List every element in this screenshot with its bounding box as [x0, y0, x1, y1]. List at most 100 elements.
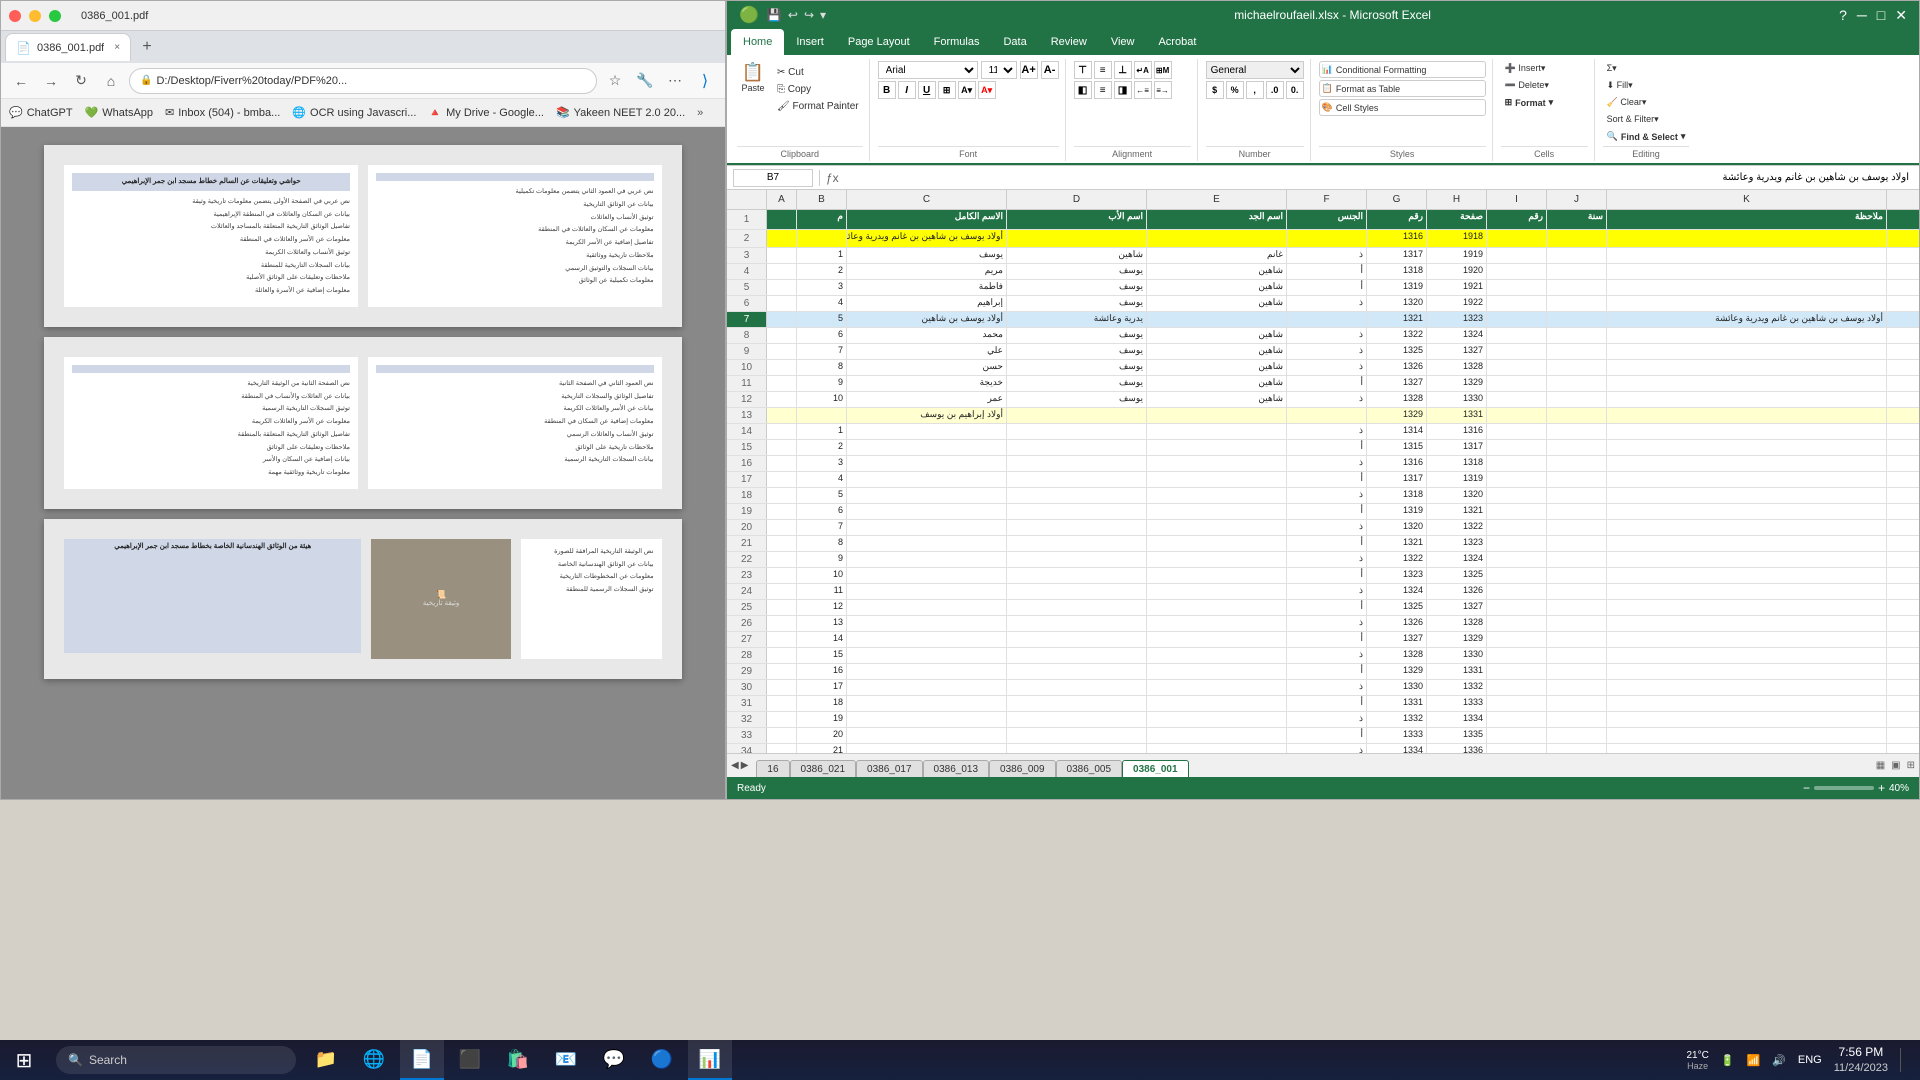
- cell-I1[interactable]: رقم: [1487, 210, 1547, 229]
- tab-formulas[interactable]: Formulas: [922, 29, 992, 55]
- format-painter-button[interactable]: 🖌 Format Painter: [773, 99, 863, 114]
- bookmark-chatgpt[interactable]: 💬 ChatGPT: [9, 106, 73, 119]
- cell-B1[interactable]: م: [797, 210, 847, 229]
- view-page-layout-button[interactable]: ▣: [1891, 760, 1900, 771]
- bold-button[interactable]: B: [878, 81, 896, 99]
- forward-button[interactable]: →: [39, 69, 63, 93]
- cut-button[interactable]: ✂ Cut: [773, 65, 863, 80]
- more-bookmarks[interactable]: »: [697, 107, 703, 119]
- bookmark-yakeen[interactable]: 📚 Yakeen NEET 2.0 20...: [556, 106, 685, 119]
- redo-qat-button[interactable]: ↪: [804, 8, 814, 22]
- cell-F2[interactable]: [1287, 230, 1367, 247]
- comma-button[interactable]: ,: [1246, 81, 1264, 99]
- undo-qat-button[interactable]: ↩: [788, 8, 798, 22]
- cell-H2[interactable]: 1918: [1427, 230, 1487, 247]
- zoom-slider[interactable]: [1814, 786, 1874, 790]
- taskbar-app-mail[interactable]: 📧: [544, 1040, 588, 1080]
- cell-F1[interactable]: الجنس: [1287, 210, 1367, 229]
- tab-data[interactable]: Data: [991, 29, 1038, 55]
- extension-button[interactable]: 🔧: [633, 69, 657, 93]
- cell-G1[interactable]: رقم: [1367, 210, 1427, 229]
- maximize-excel-button[interactable]: □: [1877, 7, 1885, 24]
- taskbar-app-excel[interactable]: 📊: [688, 1040, 732, 1080]
- increase-decimal-button[interactable]: .0: [1266, 81, 1284, 99]
- align-middle-button[interactable]: ≡: [1094, 61, 1112, 79]
- currency-button[interactable]: $: [1206, 81, 1224, 99]
- system-clock[interactable]: 7:56 PM 11/24/2023: [1834, 1044, 1888, 1076]
- font-size-select[interactable]: 11: [981, 61, 1017, 79]
- cell-J2[interactable]: [1547, 230, 1607, 247]
- align-left-button[interactable]: ◧: [1074, 81, 1092, 99]
- number-format-select[interactable]: General: [1206, 61, 1304, 79]
- refresh-button[interactable]: ↻: [69, 69, 93, 93]
- sheet-tab-0386-017[interactable]: 0386_017: [856, 760, 923, 778]
- align-center-button[interactable]: ≡: [1094, 81, 1112, 99]
- tab-view[interactable]: View: [1099, 29, 1147, 55]
- back-button[interactable]: ←: [9, 69, 33, 93]
- taskbar-app-explorer[interactable]: 📁: [304, 1040, 348, 1080]
- font-family-select[interactable]: Arial: [878, 61, 978, 79]
- function-wizard-button[interactable]: ƒx: [826, 171, 839, 185]
- delete-cells-button[interactable]: ➖ Delete▾: [1501, 78, 1558, 93]
- pdf-content[interactable]: حواشي وتعليقات عن السالم خطاط مسجد ابن ج…: [1, 127, 725, 799]
- fill-button[interactable]: ⬇ Fill▾: [1603, 78, 1690, 93]
- clear-button[interactable]: 🧹 Clear▾: [1603, 95, 1690, 110]
- increase-font-button[interactable]: A+: [1020, 61, 1038, 79]
- zoom-in-button[interactable]: +: [1878, 781, 1885, 795]
- browser-tab-pdf[interactable]: 📄 0386_001.pdf ×: [5, 33, 131, 61]
- percent-button[interactable]: %: [1226, 81, 1244, 99]
- new-tab-button[interactable]: +: [133, 33, 161, 61]
- italic-button[interactable]: I: [898, 81, 916, 99]
- font-color-button[interactable]: A▾: [978, 81, 996, 99]
- sheet-tab-0386-013[interactable]: 0386_013: [923, 760, 990, 778]
- border-button[interactable]: ⊞: [938, 81, 956, 99]
- sheet-tab-0386-009[interactable]: 0386_009: [989, 760, 1056, 778]
- cell-H1[interactable]: صفحة: [1427, 210, 1487, 229]
- cell-reference-box[interactable]: [733, 169, 813, 187]
- cell-D1[interactable]: اسم الأب: [1007, 210, 1147, 229]
- fill-color-button[interactable]: A▾: [958, 81, 976, 99]
- cell-A2[interactable]: [767, 230, 797, 247]
- cell-B2[interactable]: [797, 230, 847, 247]
- tab-scroll-left[interactable]: ◀: [731, 760, 739, 771]
- cell-E2[interactable]: [1147, 230, 1287, 247]
- taskbar-app-chrome[interactable]: 🔵: [640, 1040, 684, 1080]
- wrap-text-button[interactable]: ↵A: [1134, 61, 1152, 79]
- decrease-decimal-button[interactable]: 0.: [1286, 81, 1304, 99]
- zoom-out-button[interactable]: −: [1803, 781, 1810, 795]
- align-right-button[interactable]: ◨: [1114, 81, 1132, 99]
- decrease-font-button[interactable]: A-: [1041, 61, 1059, 79]
- tab-acrobat[interactable]: Acrobat: [1146, 29, 1208, 55]
- sheet-body[interactable]: 1 م الاسم الكامل اسم الأب اسم الجد الجنس…: [727, 210, 1919, 753]
- sheet-tab-0386-021[interactable]: 0386_021: [790, 760, 857, 778]
- underline-button[interactable]: U: [918, 81, 936, 99]
- format-as-table-button[interactable]: 📋 Format as Table: [1319, 80, 1486, 97]
- save-qat-button[interactable]: 💾: [767, 8, 782, 22]
- sheet-tab-0386-005[interactable]: 0386_005: [1056, 760, 1123, 778]
- increase-indent-button[interactable]: ≡→: [1154, 81, 1172, 99]
- cell-K2[interactable]: [1607, 230, 1887, 247]
- taskbar-app-edge[interactable]: 🌐: [352, 1040, 396, 1080]
- address-bar[interactable]: 🔒 D:/Desktop/Fiverr%20today/PDF%20...: [129, 68, 597, 94]
- cell-E1[interactable]: اسم الجد: [1147, 210, 1287, 229]
- decrease-indent-button[interactable]: ←≡: [1134, 81, 1152, 99]
- menu-button[interactable]: ⋯: [663, 69, 687, 93]
- close-excel-button[interactable]: ✕: [1895, 7, 1907, 24]
- conditional-formatting-button[interactable]: 📊 Conditional Formatting: [1319, 61, 1486, 78]
- formula-input[interactable]: [845, 169, 1913, 187]
- cell-A1[interactable]: [767, 210, 797, 229]
- copy-button[interactable]: ⎘ Copy: [773, 82, 863, 97]
- minimize-button[interactable]: [29, 10, 41, 22]
- start-button[interactable]: ⊞: [0, 1040, 48, 1080]
- cell-I2[interactable]: [1487, 230, 1547, 247]
- sort-filter-button[interactable]: Sort & Filter▾: [1603, 112, 1690, 127]
- taskbar-search[interactable]: 🔍 Search: [56, 1046, 296, 1074]
- tab-close-button[interactable]: ×: [114, 42, 120, 53]
- cell-styles-button[interactable]: 🎨 Cell Styles: [1319, 99, 1486, 116]
- cell-C2[interactable]: أولاد يوسف بن شاهين بن غانم ويدرية وعائش…: [847, 230, 1007, 247]
- bookmark-ocr[interactable]: 🌐 OCR using Javascri...: [292, 106, 416, 119]
- view-page-break-button[interactable]: ⊞: [1907, 760, 1915, 771]
- merge-button[interactable]: ⊞M: [1154, 61, 1172, 79]
- tab-insert[interactable]: Insert: [784, 29, 836, 55]
- tab-review[interactable]: Review: [1039, 29, 1099, 55]
